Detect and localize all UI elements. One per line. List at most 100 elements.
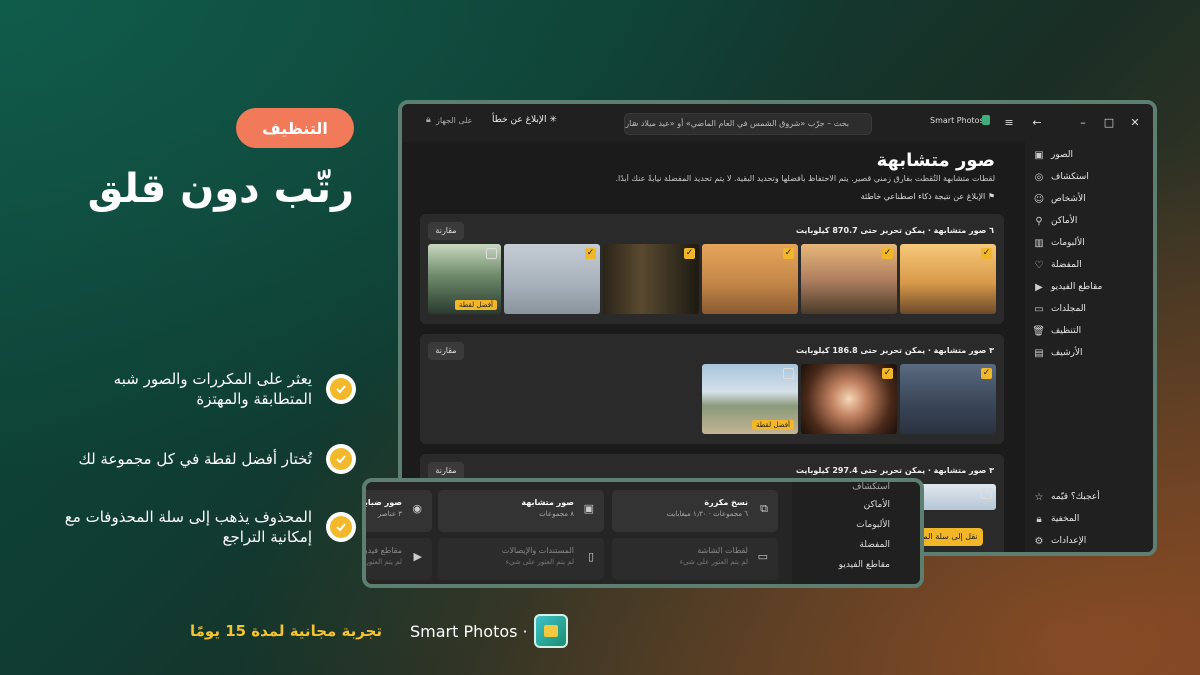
photo-thumbnail[interactable]: ✓ [702, 244, 798, 314]
group-header: ٣ صور متشابهة · يمكن تحرير حتى 297.4 كيل… [795, 466, 994, 475]
group-header: ٣ صور متشابهة · يمكن تحرير حتى 186.8 كيل… [795, 346, 994, 355]
back-icon[interactable]: ← [1030, 116, 1044, 130]
sidebar-item-photos[interactable]: ▣ الصور [1033, 146, 1143, 164]
unchecked-checkbox[interactable] [486, 248, 497, 259]
sidebar-item-explore[interactable]: استكشاف [852, 482, 890, 492]
sidebar-item-videos[interactable]: ▶ مقاطع الفيديو [1033, 278, 1143, 296]
sidebar-item-people[interactable]: ☺ الأشخاص [1033, 190, 1143, 208]
compass-icon: ◎ [1034, 171, 1044, 183]
sidebar-item-cleanup[interactable]: 🗑︎ التنظيف [1032, 322, 1143, 340]
checked-checkbox[interactable]: ✓ [882, 248, 893, 259]
photo-thumbnail[interactable]: ✓ [801, 364, 897, 434]
documents-card[interactable]: ▯ المستندات والإيصالات لم يتم العثور على… [438, 538, 604, 580]
menu-icon[interactable]: ≡ [1002, 116, 1016, 130]
lock-icon: 🔒︎ [1036, 513, 1042, 525]
checked-checkbox[interactable]: ✓ [882, 368, 893, 379]
feature-item: يعثر على المكررات والصور شبه المتطابقة و… [60, 364, 356, 414]
badge-label: التنظيف [262, 118, 328, 138]
document-icon: ▯ [587, 550, 594, 563]
image-icon: ▣ [583, 502, 594, 515]
photo-thumbnail[interactable]: ✓ [900, 244, 996, 314]
sidebar-item-videos[interactable]: مقاطع الفيديو [839, 560, 890, 570]
best-shot-badge: أفضل لقطة [454, 300, 497, 310]
cleanup-overview-panel: استكشاف الأماكن الألبومات المفضلة مقاطع … [362, 478, 924, 588]
report-ai-link[interactable]: ⚑ الإبلاغ عن نتيجة ذكاء اصطناعي خاطئة [861, 192, 995, 201]
blurry-photos-card[interactable]: ◉ صور ضبابية ٣ عناصر [366, 490, 432, 532]
gear-icon: ⚙ [1034, 535, 1044, 547]
screenshots-card[interactable]: ▭ لقطات الشاشة لم يتم العثور على شيء [612, 538, 778, 580]
feature-text: يعثر على المكررات والصور شبه المتطابقة و… [113, 370, 312, 408]
check-icon [326, 444, 356, 474]
close-icon[interactable]: ✕ [1128, 116, 1142, 130]
sidebar-item-favorites[interactable]: ♡ المفضلة [1033, 256, 1143, 274]
category-badge: التنظيف [236, 108, 354, 148]
videos-card[interactable]: ▶ مقاطع فيديو لم يتم العثور على شيء [362, 538, 432, 580]
sidebar-item-archive[interactable]: ▤ الأرشيف [1033, 344, 1143, 362]
best-shot-badge: أفضل لقطة [751, 420, 794, 430]
checked-checkbox[interactable]: ✓ [684, 248, 695, 259]
compare-button[interactable]: مقارنة [428, 222, 464, 240]
app-title: Smart Photos [930, 116, 984, 125]
card-subtitle: لم يتم العثور على شيء [679, 558, 748, 566]
search-placeholder: بحث – جرّب «شروق الشمس في العام الماضي» … [624, 119, 849, 128]
minimize-icon[interactable]: – [1076, 116, 1090, 130]
search-icon: ⌕ [632, 119, 638, 129]
map-pin-icon: ⚲ [1035, 215, 1043, 227]
checked-checkbox[interactable]: ✓ [783, 248, 794, 259]
feature-item: تُختار أفضل لقطة في كل مجموعة لك [60, 434, 356, 484]
sidebar-item-settings[interactable]: ⚙ الإعدادات [1033, 532, 1143, 550]
similar-photos-card[interactable]: ▣ صور متشابهة ٨ مجموعات [438, 490, 604, 532]
photo-thumbnail[interactable]: ✓ [603, 244, 699, 314]
archive-icon: ▤ [1034, 347, 1044, 359]
photo-thumbnail[interactable]: أفضل لقطة [428, 244, 501, 314]
check-icon [326, 374, 356, 404]
star-icon: ☆ [1034, 491, 1044, 503]
eye-icon: ◉ [412, 502, 422, 515]
sidebar-item-folders[interactable]: ▭ المجلدات [1033, 300, 1143, 318]
search-input[interactable]: بحث – جرّب «شروق الشمس في العام الماضي» … [624, 113, 872, 135]
image-icon: ▣ [1034, 149, 1044, 161]
bug-icon: ✳ [549, 115, 557, 125]
app-logo-icon [534, 614, 568, 648]
photo-thumbnail[interactable]: ✓ [900, 364, 996, 434]
duplicates-card[interactable]: ⧉ نسخ مكررة ٦ مجموعات · ١٫٣٠ ميغابايت [612, 490, 778, 532]
card-subtitle: ٨ مجموعات [539, 510, 574, 518]
check-icon [326, 512, 356, 542]
unchecked-checkbox[interactable] [981, 488, 992, 499]
sidebar-item-rate[interactable]: ☆ أعجبك؟ قيّمه [1033, 488, 1143, 506]
card-subtitle: ٦ مجموعات · ١٫٣٠ ميغابايت [666, 510, 748, 518]
photo-thumbnail[interactable]: ✓ [801, 244, 897, 314]
photo-thumbnail[interactable]: أفضل لقطة [702, 364, 798, 434]
checked-checkbox[interactable]: ✓ [981, 368, 992, 379]
sidebar-item-albums[interactable]: ▥ الألبومات [1033, 234, 1143, 252]
feature-text: المحذوف يذهب إلى سلة المحذوفات مع إمكاني… [64, 508, 312, 546]
checked-checkbox[interactable]: ✓ [981, 248, 992, 259]
trash-icon: 🗑︎ [1032, 325, 1045, 337]
video-icon: ▶ [413, 550, 422, 563]
feature-item: المحذوف يذهب إلى سلة المحذوفات مع إمكاني… [60, 502, 356, 552]
card-subtitle: ٣ عناصر [377, 510, 402, 518]
sidebar-item-favorites[interactable]: المفضلة [859, 540, 890, 550]
heart-icon: ♡ [1034, 259, 1044, 271]
headline: رتّب دون قلق [87, 166, 354, 212]
checked-checkbox[interactable]: ✓ [585, 248, 596, 259]
card-title: المستندات والإيصالات [501, 546, 574, 555]
page-description: لقطات متشابهة التُقطت بفارق زمني قصير. ي… [615, 174, 995, 183]
sidebar-item-explore[interactable]: ◎ استكشاف [1033, 168, 1143, 186]
sidebar-item-places[interactable]: الأماكن [864, 500, 890, 510]
sidebar-item-places[interactable]: ⚲ الأماكن [1033, 212, 1143, 230]
maximize-icon[interactable]: □ [1102, 116, 1116, 130]
brand-name: Smart Photos · [410, 622, 528, 641]
sidebar-item-albums[interactable]: الألبومات [856, 520, 890, 530]
report-error-button[interactable]: الإبلاغ عن خطأ ✳ [492, 115, 557, 125]
sidebar-item-hidden[interactable]: 🔒︎ المخفية [1033, 510, 1143, 528]
copy-icon: ⧉ [760, 502, 768, 515]
unchecked-checkbox[interactable] [783, 368, 794, 379]
compare-button[interactable]: مقارنة [428, 342, 464, 360]
card-title: مقاطع فيديو [362, 546, 402, 555]
title-bar: على الجهاز 🔒︎ الإبلاغ عن خطأ ✳ بحث – جرّ… [402, 104, 1153, 142]
on-device-label: على الجهاز [436, 116, 473, 125]
trial-text: تجربة مجانية لمدة 15 يومًا [190, 622, 383, 640]
photo-thumbnail[interactable]: ✓ [504, 244, 600, 314]
album-icon: ▥ [1034, 237, 1044, 249]
